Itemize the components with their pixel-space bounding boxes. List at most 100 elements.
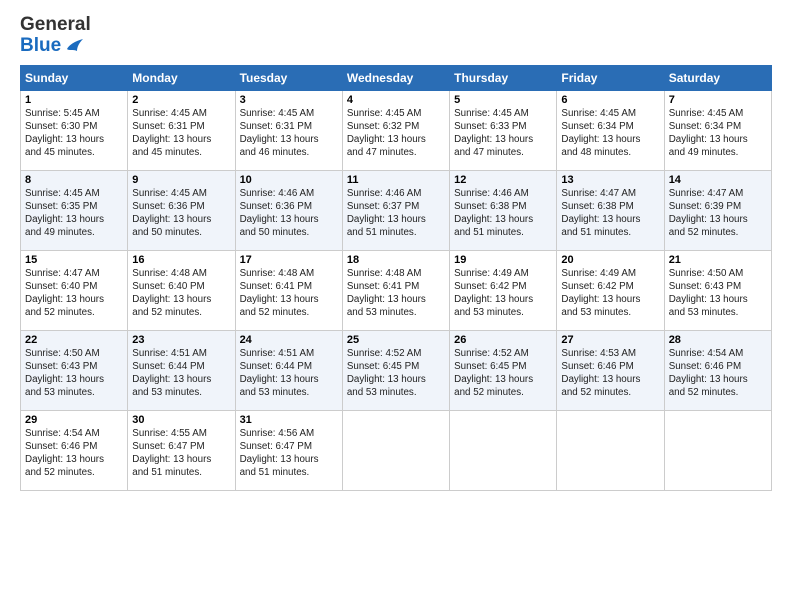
calendar-cell: 1 Sunrise: 5:45 AMSunset: 6:30 PMDayligh… — [21, 90, 128, 170]
day-info: Sunrise: 4:51 AMSunset: 6:44 PMDaylight:… — [240, 348, 319, 399]
day-header-tuesday: Tuesday — [235, 65, 342, 90]
calendar-cell: 26 Sunrise: 4:52 AMSunset: 6:45 PMDaylig… — [450, 330, 557, 410]
day-info: Sunrise: 4:45 AMSunset: 6:35 PMDaylight:… — [25, 188, 104, 239]
day-header-saturday: Saturday — [664, 65, 771, 90]
calendar-cell: 6 Sunrise: 4:45 AMSunset: 6:34 PMDayligh… — [557, 90, 664, 170]
day-info: Sunrise: 4:49 AMSunset: 6:42 PMDaylight:… — [454, 268, 533, 319]
day-info: Sunrise: 4:45 AMSunset: 6:31 PMDaylight:… — [132, 108, 211, 159]
calendar-cell: 21 Sunrise: 4:50 AMSunset: 6:43 PMDaylig… — [664, 250, 771, 330]
logo: General Blue — [20, 15, 91, 57]
day-info: Sunrise: 4:45 AMSunset: 6:31 PMDaylight:… — [240, 108, 319, 159]
calendar-week-5: 29 Sunrise: 4:54 AMSunset: 6:46 PMDaylig… — [21, 410, 772, 490]
day-number: 24 — [240, 334, 338, 346]
day-header-wednesday: Wednesday — [342, 65, 449, 90]
calendar-cell: 24 Sunrise: 4:51 AMSunset: 6:44 PMDaylig… — [235, 330, 342, 410]
day-number: 22 — [25, 334, 123, 346]
day-number: 19 — [454, 254, 552, 266]
day-number: 4 — [347, 94, 445, 106]
day-info: Sunrise: 4:50 AMSunset: 6:43 PMDaylight:… — [669, 268, 748, 319]
day-info: Sunrise: 5:45 AMSunset: 6:30 PMDaylight:… — [25, 108, 104, 159]
calendar-cell: 19 Sunrise: 4:49 AMSunset: 6:42 PMDaylig… — [450, 250, 557, 330]
day-number: 26 — [454, 334, 552, 346]
day-number: 9 — [132, 174, 230, 186]
calendar-cell: 22 Sunrise: 4:50 AMSunset: 6:43 PMDaylig… — [21, 330, 128, 410]
day-info: Sunrise: 4:54 AMSunset: 6:46 PMDaylight:… — [25, 428, 104, 479]
day-number: 30 — [132, 414, 230, 426]
day-number: 27 — [561, 334, 659, 346]
day-info: Sunrise: 4:55 AMSunset: 6:47 PMDaylight:… — [132, 428, 211, 479]
day-number: 28 — [669, 334, 767, 346]
day-number: 12 — [454, 174, 552, 186]
day-info: Sunrise: 4:45 AMSunset: 6:34 PMDaylight:… — [561, 108, 640, 159]
day-info: Sunrise: 4:51 AMSunset: 6:44 PMDaylight:… — [132, 348, 211, 399]
calendar-cell: 9 Sunrise: 4:45 AMSunset: 6:36 PMDayligh… — [128, 170, 235, 250]
calendar-cell: 30 Sunrise: 4:55 AMSunset: 6:47 PMDaylig… — [128, 410, 235, 490]
calendar-cell: 17 Sunrise: 4:48 AMSunset: 6:41 PMDaylig… — [235, 250, 342, 330]
day-info: Sunrise: 4:54 AMSunset: 6:46 PMDaylight:… — [669, 348, 748, 399]
day-number: 3 — [240, 94, 338, 106]
calendar-week-2: 8 Sunrise: 4:45 AMSunset: 6:35 PMDayligh… — [21, 170, 772, 250]
day-info: Sunrise: 4:47 AMSunset: 6:38 PMDaylight:… — [561, 188, 640, 239]
calendar-week-1: 1 Sunrise: 5:45 AMSunset: 6:30 PMDayligh… — [21, 90, 772, 170]
calendar-cell: 3 Sunrise: 4:45 AMSunset: 6:31 PMDayligh… — [235, 90, 342, 170]
day-number: 5 — [454, 94, 552, 106]
day-number: 21 — [669, 254, 767, 266]
day-info: Sunrise: 4:46 AMSunset: 6:36 PMDaylight:… — [240, 188, 319, 239]
day-info: Sunrise: 4:52 AMSunset: 6:45 PMDaylight:… — [347, 348, 426, 399]
day-header-monday: Monday — [128, 65, 235, 90]
header: General Blue — [20, 15, 772, 57]
page: General Blue SundayMondayTuesdayWednesda… — [0, 0, 792, 612]
day-number: 15 — [25, 254, 123, 266]
calendar-cell: 4 Sunrise: 4:45 AMSunset: 6:32 PMDayligh… — [342, 90, 449, 170]
calendar-cell: 29 Sunrise: 4:54 AMSunset: 6:46 PMDaylig… — [21, 410, 128, 490]
calendar-cell — [557, 410, 664, 490]
calendar-cell: 27 Sunrise: 4:53 AMSunset: 6:46 PMDaylig… — [557, 330, 664, 410]
day-number: 6 — [561, 94, 659, 106]
day-number: 7 — [669, 94, 767, 106]
day-info: Sunrise: 4:50 AMSunset: 6:43 PMDaylight:… — [25, 348, 104, 399]
day-info: Sunrise: 4:45 AMSunset: 6:33 PMDaylight:… — [454, 108, 533, 159]
day-number: 10 — [240, 174, 338, 186]
day-info: Sunrise: 4:48 AMSunset: 6:40 PMDaylight:… — [132, 268, 211, 319]
day-number: 23 — [132, 334, 230, 346]
calendar-cell — [664, 410, 771, 490]
day-number: 18 — [347, 254, 445, 266]
day-number: 1 — [25, 94, 123, 106]
logo-blue: Blue — [20, 36, 61, 57]
calendar-cell: 20 Sunrise: 4:49 AMSunset: 6:42 PMDaylig… — [557, 250, 664, 330]
logo-bird-icon — [63, 37, 85, 53]
calendar-cell: 11 Sunrise: 4:46 AMSunset: 6:37 PMDaylig… — [342, 170, 449, 250]
calendar-cell: 10 Sunrise: 4:46 AMSunset: 6:36 PMDaylig… — [235, 170, 342, 250]
calendar-week-4: 22 Sunrise: 4:50 AMSunset: 6:43 PMDaylig… — [21, 330, 772, 410]
calendar-cell: 25 Sunrise: 4:52 AMSunset: 6:45 PMDaylig… — [342, 330, 449, 410]
calendar-cell: 31 Sunrise: 4:56 AMSunset: 6:47 PMDaylig… — [235, 410, 342, 490]
day-info: Sunrise: 4:47 AMSunset: 6:39 PMDaylight:… — [669, 188, 748, 239]
day-info: Sunrise: 4:49 AMSunset: 6:42 PMDaylight:… — [561, 268, 640, 319]
calendar-cell: 23 Sunrise: 4:51 AMSunset: 6:44 PMDaylig… — [128, 330, 235, 410]
calendar-cell: 18 Sunrise: 4:48 AMSunset: 6:41 PMDaylig… — [342, 250, 449, 330]
day-header-friday: Friday — [557, 65, 664, 90]
calendar-cell: 28 Sunrise: 4:54 AMSunset: 6:46 PMDaylig… — [664, 330, 771, 410]
day-info: Sunrise: 4:47 AMSunset: 6:40 PMDaylight:… — [25, 268, 104, 319]
day-number: 2 — [132, 94, 230, 106]
day-info: Sunrise: 4:53 AMSunset: 6:46 PMDaylight:… — [561, 348, 640, 399]
day-number: 16 — [132, 254, 230, 266]
day-info: Sunrise: 4:48 AMSunset: 6:41 PMDaylight:… — [347, 268, 426, 319]
calendar-cell — [450, 410, 557, 490]
calendar-cell: 16 Sunrise: 4:48 AMSunset: 6:40 PMDaylig… — [128, 250, 235, 330]
day-info: Sunrise: 4:45 AMSunset: 6:34 PMDaylight:… — [669, 108, 748, 159]
day-number: 14 — [669, 174, 767, 186]
calendar-cell: 12 Sunrise: 4:46 AMSunset: 6:38 PMDaylig… — [450, 170, 557, 250]
day-number: 8 — [25, 174, 123, 186]
day-info: Sunrise: 4:56 AMSunset: 6:47 PMDaylight:… — [240, 428, 319, 479]
day-header-sunday: Sunday — [21, 65, 128, 90]
calendar-header-row: SundayMondayTuesdayWednesdayThursdayFrid… — [21, 65, 772, 90]
day-header-thursday: Thursday — [450, 65, 557, 90]
day-number: 31 — [240, 414, 338, 426]
calendar-cell: 15 Sunrise: 4:47 AMSunset: 6:40 PMDaylig… — [21, 250, 128, 330]
day-number: 13 — [561, 174, 659, 186]
calendar-body: 1 Sunrise: 5:45 AMSunset: 6:30 PMDayligh… — [21, 90, 772, 490]
day-info: Sunrise: 4:46 AMSunset: 6:38 PMDaylight:… — [454, 188, 533, 239]
calendar-week-3: 15 Sunrise: 4:47 AMSunset: 6:40 PMDaylig… — [21, 250, 772, 330]
calendar-cell: 13 Sunrise: 4:47 AMSunset: 6:38 PMDaylig… — [557, 170, 664, 250]
